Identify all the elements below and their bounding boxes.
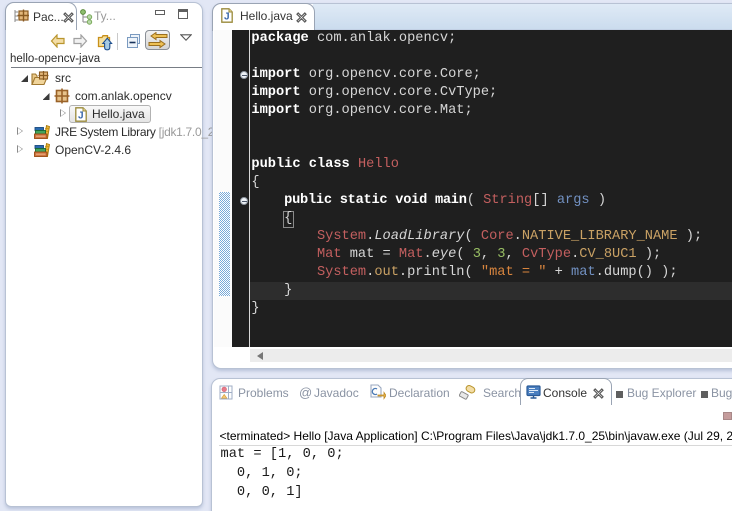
svg-text:J: J — [78, 111, 84, 122]
svg-text:J: J — [224, 12, 230, 23]
